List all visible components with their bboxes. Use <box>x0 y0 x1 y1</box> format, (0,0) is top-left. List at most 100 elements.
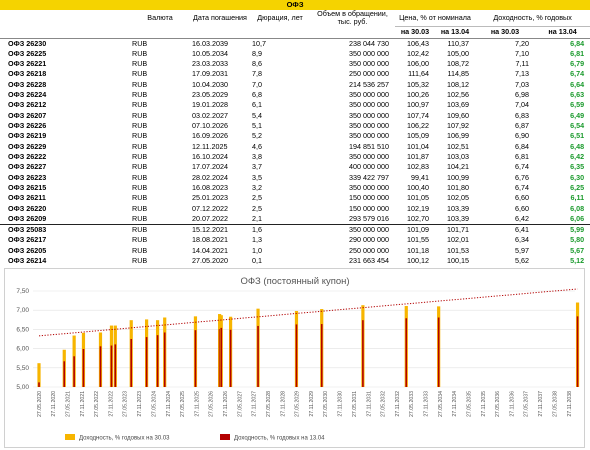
header-price: Цена, % от номинала <box>395 10 475 27</box>
legend-label-1304: Доходность, % годовых на 13.04 <box>234 436 325 442</box>
bar-1304 <box>99 346 102 387</box>
cell-p1: 102,70 <box>407 214 429 223</box>
x-tick-label: 27.05.2036 <box>495 391 501 417</box>
x-tick-label: 27.05.2023 <box>123 391 129 417</box>
x-tick-label: 27.11.2037 <box>538 391 544 417</box>
cell-y1: 6,76 <box>515 172 529 182</box>
cell-p1: 105,32 <box>407 79 429 89</box>
table-row: ОФЗ 26220 RUB 07.12.2022 2,5 150 000 000 102,… <box>0 204 590 214</box>
cell-date: 16.09.2026 <box>192 131 228 141</box>
cell-p2: 100,99 <box>447 172 469 182</box>
x-tick-label: 27.11.2020 <box>51 391 57 417</box>
table-row: ОФЗ 26228 RUB 10.04.2030 7,0 214 536 257 105,… <box>0 80 590 90</box>
bar-1304 <box>130 339 133 387</box>
cell-cur: RUB <box>132 121 148 131</box>
table-title-row: ОФЗ <box>0 0 590 10</box>
cell-cur: RUB <box>132 255 148 265</box>
cell-dur: 1,3 <box>252 235 262 245</box>
cell-name: ОФЗ 26209 <box>8 214 47 223</box>
bar-1304 <box>73 356 75 387</box>
cell-p2: 109,60 <box>447 110 469 120</box>
cell-p2: 102,51 <box>447 141 469 151</box>
cell-name: ОФЗ 26219 <box>8 131 47 141</box>
cell-cur: RUB <box>132 90 148 100</box>
cell-cur: RUB <box>132 152 148 162</box>
bar-1304 <box>295 324 298 387</box>
subheader-price-d1: на 30.03 <box>400 27 430 36</box>
x-tick-label: 27.11.2024 <box>166 391 172 417</box>
cell-name: ОФЗ 26221 <box>8 59 47 69</box>
bar-1304 <box>145 337 148 387</box>
cell-y1: 7,04 <box>515 100 529 110</box>
cell-p2: 107,92 <box>447 121 469 131</box>
cell-y1: 6,83 <box>515 110 529 120</box>
cell-y1: 6,74 <box>515 183 529 193</box>
table-row: ОФЗ 26230 RUB 16.03.2039 10,7 238 044 730 106… <box>0 38 590 49</box>
table-row: ОФЗ 26207 RUB 03.02.2027 5,4 350 000 000 107,… <box>0 111 590 121</box>
cell-p2: 100,15 <box>447 255 469 265</box>
x-tick-label: 27.11.2023 <box>137 391 143 417</box>
cell-p2: 108,72 <box>447 59 469 69</box>
cell-cur: RUB <box>132 110 148 120</box>
cell-vol: 350 000 000 <box>349 121 389 131</box>
cell-date: 23.03.2033 <box>192 59 228 69</box>
cell-p1: 102,42 <box>407 48 429 58</box>
table-row: ОФЗ 26211 RUB 25.01.2023 2,5 150 000 000 101,… <box>0 193 590 203</box>
cell-date: 27.05.2020 <box>192 255 228 265</box>
cell-p1: 106,22 <box>407 121 429 131</box>
bar-1304 <box>63 361 66 387</box>
cell-date: 03.02.2027 <box>192 110 228 120</box>
cell-vol: 150 000 000 <box>349 203 389 213</box>
cell-p1: 102,83 <box>407 162 429 172</box>
cell-name: ОФЗ 26207 <box>8 110 47 120</box>
cell-p1: 101,55 <box>407 235 429 245</box>
x-tick-label: 27.05.2022 <box>94 391 100 417</box>
cell-dur: 3,2 <box>252 183 262 193</box>
cell-vol: 350 000 000 <box>349 131 389 141</box>
bar-1304 <box>320 324 323 387</box>
cell-y2: 5,80 <box>570 235 585 245</box>
table-row: ОФЗ 26226 RUB 07.10.2026 5,1 350 000 000 106,… <box>0 121 590 131</box>
cell-name: ОФЗ 26230 <box>8 38 47 48</box>
cell-vol: 231 663 454 <box>349 255 389 265</box>
bar-1304 <box>110 345 113 387</box>
table-row: ОФЗ 26214 RUB 27.05.2020 0,1 231 663 454 100,… <box>0 256 590 266</box>
subheader-price-d2: на 13.04 <box>440 27 470 36</box>
cell-dur: 8,6 <box>252 59 262 69</box>
table-row: ОФЗ 26225 RUB 10.05.2034 8,9 350 000 000 102,… <box>0 49 590 59</box>
cell-p1: 100,12 <box>407 255 429 265</box>
cell-dur: 0,1 <box>252 255 262 265</box>
cell-y2: 6,11 <box>570 193 585 203</box>
legend-label-3003: Доходность, % годовых на 30.03 <box>79 436 170 442</box>
cell-y2: 6,08 <box>570 203 585 213</box>
cell-name: ОФЗ 26218 <box>8 69 47 79</box>
cell-cur: RUB <box>132 38 148 48</box>
x-tick-label: 27.11.2022 <box>108 391 114 417</box>
cell-name: ОФЗ 26212 <box>8 100 47 110</box>
cell-p1: 101,18 <box>407 245 429 255</box>
legend-swatch-1304 <box>220 434 230 440</box>
cell-cur: RUB <box>132 141 148 151</box>
x-tick-label: 27.11.2038 <box>567 391 573 417</box>
bar-1304 <box>82 348 85 387</box>
table-row: ОФЗ 26223 RUB 28.02.2024 3,5 339 422 797 99,4… <box>0 173 590 183</box>
x-tick-label: 27.11.2035 <box>481 391 487 417</box>
cell-vol: 150 000 000 <box>349 193 389 203</box>
cell-y1: 5,62 <box>515 255 529 265</box>
x-tick-label: 27.11.2036 <box>510 391 516 417</box>
cell-y1: 6,42 <box>515 214 529 223</box>
cell-y2: 5,99 <box>535 224 590 235</box>
ofz-table: ОФЗ Валюта Дата погашения Дюрация, лет О… <box>0 0 590 266</box>
table-row: ОФЗ 25083 RUB 15.12.2021 1,6 350 000 000 101,… <box>0 224 590 235</box>
cell-p1: 100,40 <box>407 183 429 193</box>
cell-vol: 238 044 730 <box>349 38 389 48</box>
x-tick-label: 27.05.2025 <box>180 391 186 417</box>
yield-chart-svg: ОФЗ (постоянный купон) 5,00 5,50 6,00 6,50 7,… <box>16 276 580 442</box>
cell-cur: RUB <box>132 172 148 182</box>
bar-1304 <box>362 320 364 387</box>
x-tick-label: 27.11.2027 <box>252 391 258 417</box>
cell-name: ОФЗ 26226 <box>8 121 47 131</box>
cell-p1: 101,04 <box>407 141 429 151</box>
cell-name: ОФЗ 25083 <box>0 224 130 235</box>
cell-date: 12.11.2025 <box>192 141 228 151</box>
